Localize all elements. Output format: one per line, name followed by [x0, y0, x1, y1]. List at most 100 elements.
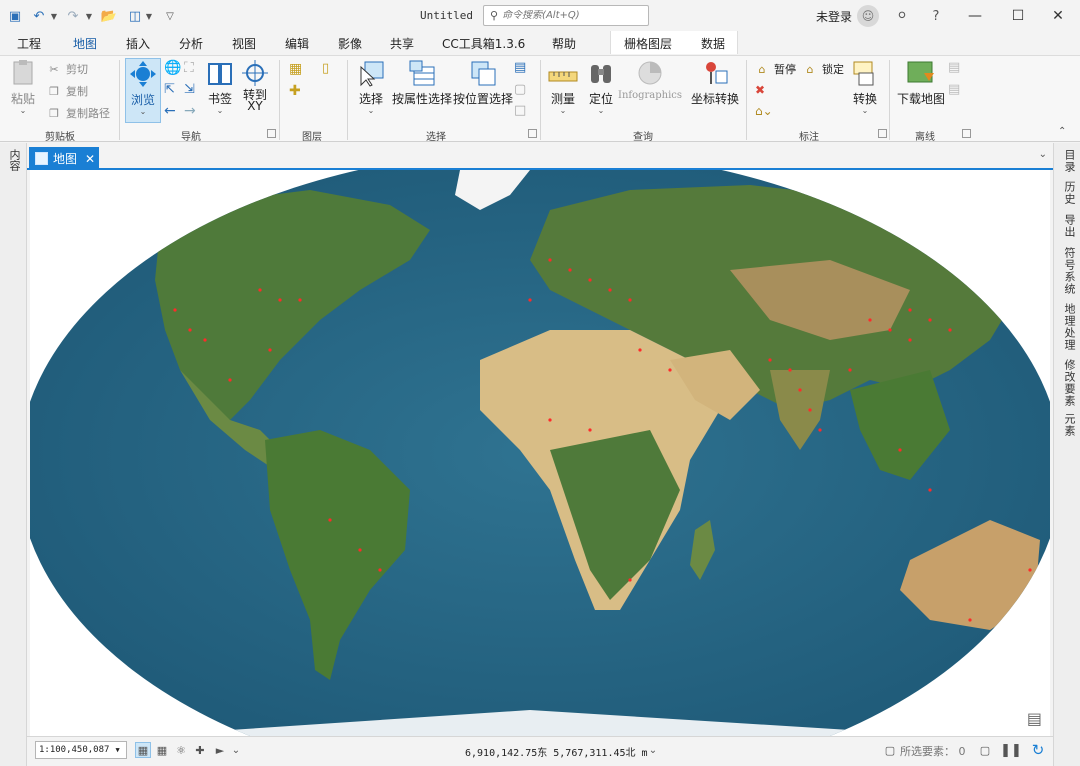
tab-insert[interactable]: 插入 — [126, 35, 150, 52]
customize-toolbar-icon[interactable]: ▽ — [163, 7, 177, 25]
command-search-input[interactable] — [502, 10, 643, 21]
tab-help[interactable]: 帮助 — [552, 35, 576, 52]
snapping-icon[interactable]: ⚛ — [173, 742, 189, 758]
dialog-launcher-icon[interactable] — [962, 129, 971, 138]
dialog-launcher-icon[interactable] — [267, 129, 276, 138]
user-avatar-icon[interactable]: ☺ — [857, 5, 879, 27]
tab-data[interactable]: 数据 — [701, 35, 725, 52]
refresh-selection-icon[interactable]: ▢ — [977, 742, 993, 758]
zoom-to-selection-icon[interactable]: □ — [514, 103, 526, 118]
sync-icon[interactable]: ▤ — [948, 60, 960, 75]
scale-selector[interactable]: 1:100,450,087 ▼ — [35, 741, 127, 759]
help-icon[interactable]: ? — [925, 5, 947, 27]
previous-extent-icon[interactable]: ← — [164, 103, 176, 119]
globe-icon[interactable]: 🌐 — [164, 60, 181, 76]
add-layer-icon[interactable]: ✚ — [289, 83, 301, 99]
tab-imagery[interactable]: 影像 — [338, 35, 362, 52]
export-pane-tab[interactable]: 导出 — [1061, 214, 1077, 238]
open-project-icon[interactable]: 📂 — [100, 7, 118, 25]
command-search[interactable]: ⚲ — [483, 5, 649, 26]
redo-icon[interactable]: ↷ — [64, 7, 82, 25]
tab-analysis[interactable]: 分析 — [179, 35, 203, 52]
basemap-icon[interactable]: ▦ — [289, 61, 302, 77]
select-by-attributes-button[interactable]: 按属性选择 — [392, 58, 452, 107]
lock-labeling-button[interactable]: ⌂ 锁定 — [802, 61, 845, 77]
tab-edit[interactable]: 编辑 — [285, 35, 309, 52]
cut-button[interactable]: ✂ 剪切 — [46, 61, 88, 77]
full-extent-icon[interactable]: ⛶ — [184, 60, 194, 76]
dialog-launcher-icon[interactable] — [528, 129, 537, 138]
tab-map[interactable]: 地图 — [73, 35, 98, 57]
attribute-table-icon[interactable]: ▤ — [514, 60, 526, 75]
tab-share[interactable]: 共享 — [390, 35, 414, 52]
copy-button[interactable]: ❐ 复制 — [46, 83, 88, 99]
contents-pane-tab[interactable]: 内容 — [6, 149, 22, 171]
group-label-labeling: 标注 — [799, 132, 819, 143]
save-dropdown-icon[interactable]: ▼ — [144, 7, 154, 25]
infographics-button[interactable]: Infographics — [618, 58, 682, 101]
pause-drawing-icon[interactable]: ❚❚ — [1000, 742, 1022, 758]
notification-bell-icon[interactable]: ⚪ — [891, 5, 913, 27]
grid-snap-icon[interactable]: ▦ — [135, 742, 151, 758]
goto-xy-button[interactable]: 转到 XY — [240, 58, 270, 112]
select-by-location-button[interactable]: 按位置选择 — [453, 58, 513, 107]
element-pane-tab[interactable]: 元素 — [1061, 413, 1077, 437]
minimize-button[interactable]: — — [960, 4, 990, 28]
modify-features-pane-tab[interactable]: 修改要素 — [1061, 359, 1077, 407]
selected-features: 所选要素： 0 — [900, 743, 966, 759]
project-icon[interactable]: ▣ — [6, 7, 24, 25]
save-icon[interactable]: ◫ — [126, 7, 144, 25]
tab-project[interactable]: 工程 — [17, 35, 41, 52]
zoom-out-fixed-icon[interactable]: ⇲ — [184, 82, 195, 97]
close-window-button[interactable]: ✕ — [1043, 4, 1073, 28]
geoprocessing-pane-tab[interactable]: 地理处理 — [1061, 303, 1077, 351]
convert-coordinates-button[interactable]: 坐标转换 — [691, 58, 739, 107]
maximize-button[interactable]: ☐ — [1003, 4, 1033, 28]
add-data-icon[interactable]: ▯ — [322, 61, 329, 76]
clear-selection-icon[interactable]: ▢ — [514, 82, 526, 97]
zoom-in-fixed-icon[interactable]: ⇱ — [164, 82, 175, 97]
catalog-pane-tab[interactable]: 目录 — [1061, 149, 1077, 173]
paste-button[interactable]: 粘贴 ⌄ — [8, 58, 38, 115]
map-canvas[interactable]: ▤ — [30, 170, 1050, 736]
unplaced-labels-icon[interactable]: ✖ — [755, 83, 765, 97]
download-map-button[interactable]: 下载地图 — [897, 58, 945, 107]
tab-view[interactable]: 视图 — [232, 35, 256, 52]
copy-path-button[interactable]: ❐ 复制路径 — [46, 105, 110, 121]
tab-raster-layer[interactable]: 栅格图层 — [624, 35, 672, 52]
coordinate-format-chevron-icon[interactable]: ⌄ — [645, 742, 661, 758]
label-priority-icon[interactable]: ⌂⌄ — [755, 104, 773, 118]
map-tips-icon[interactable]: ▤ — [1027, 709, 1042, 728]
pause-labeling-button[interactable]: ⌂ 暂停 — [754, 61, 797, 77]
sign-in-status[interactable]: 未登录 — [816, 8, 852, 25]
explore-button[interactable]: 浏览 ⌄ — [125, 58, 161, 123]
convert-labels-button[interactable]: 转换 ⌄ — [850, 58, 880, 115]
locate-button[interactable]: 定位 ⌄ — [586, 58, 616, 115]
audio-icon[interactable]: ► — [212, 742, 228, 758]
tab-cc-toolbox[interactable]: CC工具箱1.3.6 — [442, 35, 525, 52]
bookmarks-button[interactable]: 书签 ⌄ — [205, 58, 235, 115]
redo-dropdown-icon[interactable]: ▼ — [84, 7, 94, 25]
grid-icon[interactable]: ▦ — [154, 742, 170, 758]
undo-dropdown-icon[interactable]: ▼ — [49, 7, 59, 25]
symbology-pane-tab[interactable]: 符号系统 — [1061, 247, 1077, 295]
close-tab-icon[interactable]: ✕ — [85, 152, 95, 166]
undo-icon[interactable]: ↶ — [30, 7, 48, 25]
refresh-icon[interactable]: ↻ — [1030, 741, 1046, 759]
select-button[interactable]: 选择 ⌄ — [356, 58, 386, 115]
dialog-launcher-icon[interactable] — [878, 129, 887, 138]
copy-path-icon: ❐ — [49, 106, 59, 120]
tab-list-chevron-icon[interactable]: ⌄ — [1039, 149, 1047, 160]
group-label-layer: 图层 — [302, 132, 322, 143]
remove-offline-icon[interactable]: ▤ — [948, 82, 960, 97]
crosshair-toggle-icon[interactable]: ✚ — [192, 742, 208, 758]
map-view-tab[interactable]: 地图 ✕ — [29, 147, 99, 170]
select-label: 选择 — [358, 92, 383, 106]
chevron-down-icon[interactable]: ⌄ — [228, 742, 244, 758]
measure-button[interactable]: 测量 ⌄ — [548, 58, 578, 115]
group-label-clipboard: 剪贴板 — [45, 132, 75, 143]
chevron-down-icon: ⌄ — [216, 106, 224, 115]
next-extent-icon[interactable]: → — [184, 103, 196, 119]
collapse-ribbon-icon[interactable]: ⌃ — [1058, 126, 1066, 137]
history-pane-tab[interactable]: 历史 — [1061, 181, 1077, 205]
